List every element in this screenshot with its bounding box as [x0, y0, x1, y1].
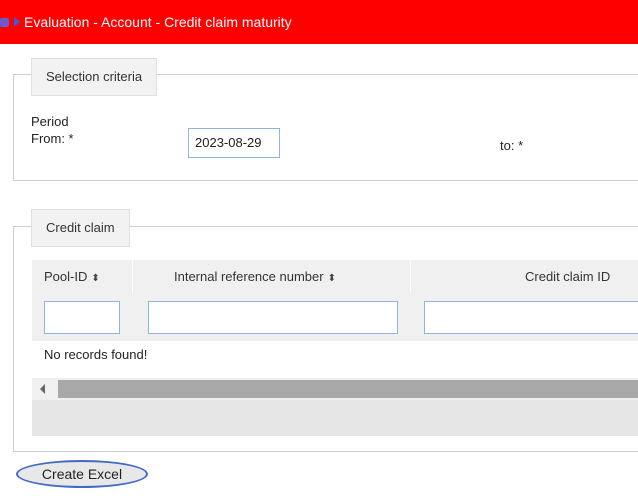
- column-header-label: Pool-ID: [44, 269, 88, 284]
- table-footer: [32, 400, 638, 436]
- sort-icon[interactable]: ⬍: [328, 273, 336, 284]
- sort-icon[interactable]: ⬍: [91, 273, 99, 284]
- scrollbar-thumb[interactable]: [58, 380, 638, 398]
- column-header-credit-claim-id[interactable]: Credit claim ID: [525, 260, 610, 293]
- page-header: Evaluation - Account - Credit claim matu…: [0, 0, 638, 44]
- credit-claim-id-filter-input[interactable]: [424, 301, 638, 334]
- from-label: From: *: [31, 131, 74, 146]
- period-label: Period: [31, 114, 69, 129]
- column-divider: [410, 260, 411, 293]
- column-header-label: Internal reference number: [174, 269, 324, 284]
- internal-reference-filter-input[interactable]: [148, 301, 398, 334]
- to-label: to: *: [500, 138, 524, 153]
- from-date-input[interactable]: 2023-08-29: [188, 128, 280, 158]
- create-excel-button[interactable]: Create Excel: [16, 460, 148, 488]
- table-header: Pool-ID ⬍ Internal reference number ⬍ Cred…: [32, 260, 638, 293]
- home-icon[interactable]: [0, 18, 9, 27]
- pool-id-filter-input[interactable]: [44, 301, 120, 334]
- page-title: Evaluation - Account - Credit claim matu…: [24, 14, 292, 30]
- arrow-right-icon: [14, 17, 20, 27]
- column-header-internal-reference[interactable]: Internal reference number ⬍: [174, 260, 336, 293]
- credit-claim-legend: Credit claim: [31, 209, 130, 247]
- column-header-label: Credit claim ID: [525, 269, 611, 284]
- selection-criteria-legend: Selection criteria: [31, 58, 158, 96]
- horizontal-scrollbar[interactable]: [32, 378, 638, 400]
- scroll-left-icon[interactable]: [40, 384, 45, 394]
- column-header-pool-id[interactable]: Pool-ID ⬍: [44, 260, 100, 293]
- empty-message: No records found!: [44, 347, 148, 362]
- filter-row: [32, 293, 638, 341]
- column-divider: [132, 260, 133, 293]
